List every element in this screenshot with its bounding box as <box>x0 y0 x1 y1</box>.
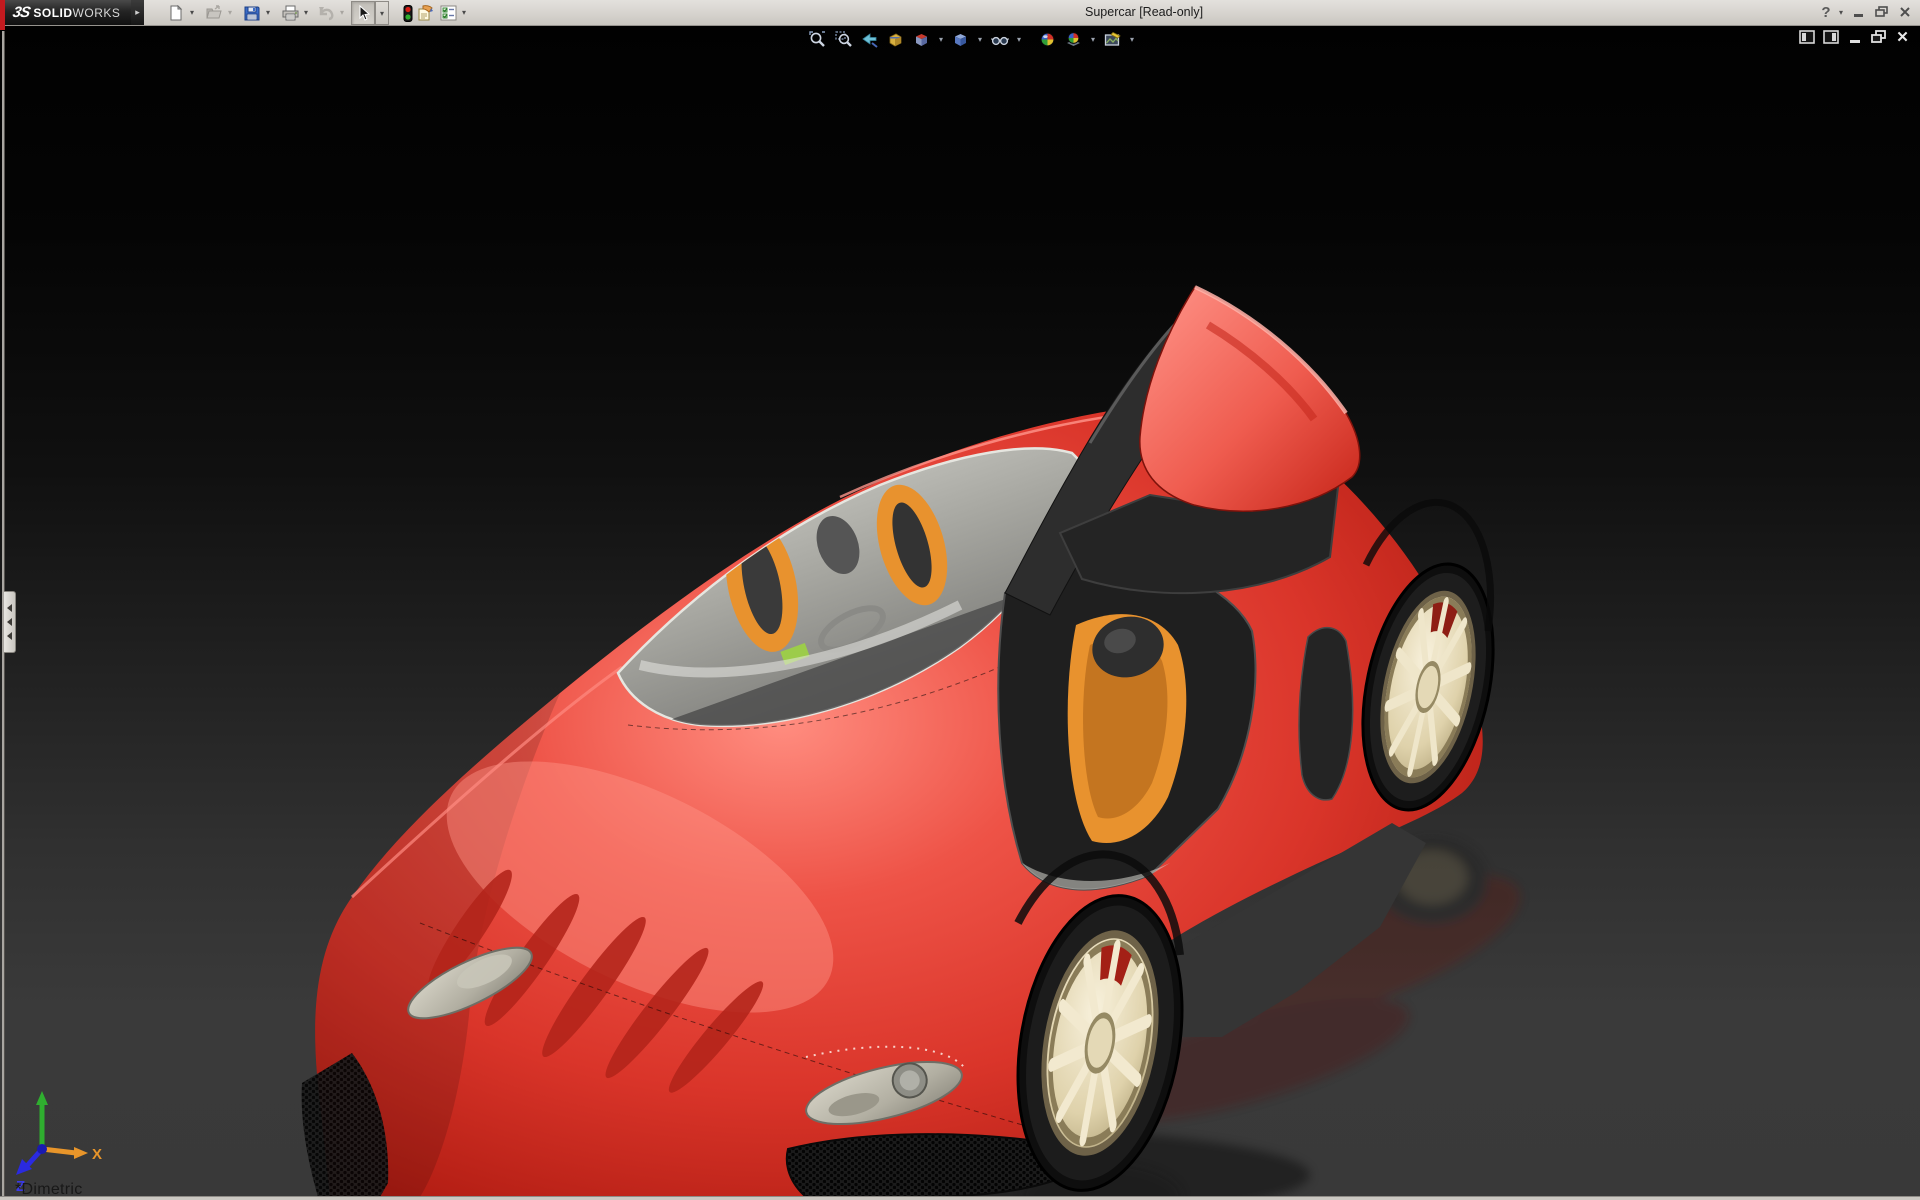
hide-show-items-dropdown[interactable]: ▾ <box>1014 35 1024 44</box>
apply-scene-dropdown[interactable]: ▾ <box>1088 35 1098 44</box>
help-dropdown[interactable]: ▾ <box>1836 2 1846 22</box>
solidworks-logo: 3S SOLIDWORKS <box>5 0 131 25</box>
minimize-icon <box>1853 6 1865 18</box>
accent-red-strip <box>0 0 5 30</box>
open-dropdown[interactable]: ▾ <box>224 1 236 23</box>
new-document-dropdown[interactable]: ▾ <box>186 1 198 23</box>
reference-triad: X Z <box>16 1091 102 1195</box>
document-window-controls: ✕ <box>1798 29 1911 44</box>
display-style-icon <box>952 31 969 48</box>
view-orientation-dropdown[interactable]: ▾ <box>936 35 946 44</box>
zoom-to-area-icon <box>835 31 852 48</box>
undo-icon <box>317 5 335 21</box>
new-document-button[interactable] <box>164 1 188 25</box>
view-settings-icon <box>1104 31 1122 48</box>
print-button[interactable] <box>278 1 302 25</box>
section-view-icon <box>887 31 904 48</box>
view-settings-dropdown[interactable]: ▾ <box>1127 35 1137 44</box>
restore-document-button[interactable] <box>1870 29 1887 44</box>
display-style-dropdown[interactable]: ▾ <box>975 35 985 44</box>
graphics-area: X Z <box>0 25 1920 1197</box>
view-orientation-label: *Dimetric <box>15 1181 83 1197</box>
edit-appearance-icon <box>1039 31 1056 48</box>
stoplight-icon <box>403 5 413 22</box>
document-title: Supercar [Read-only] <box>1085 0 1203 25</box>
expand-pane-button[interactable] <box>1822 29 1839 44</box>
model-viewport[interactable]: X Z <box>0 25 1920 1197</box>
view-orientation-button[interactable] <box>910 28 933 51</box>
minimize-document-button[interactable] <box>1846 29 1863 44</box>
save-dropdown[interactable]: ▾ <box>262 1 274 23</box>
heads-up-view-toolbar: ▾ ▾ ▾ <box>806 28 1137 50</box>
collapse-pane-icon <box>1799 30 1815 44</box>
display-style-button[interactable] <box>949 28 972 51</box>
zoom-to-area-button[interactable] <box>832 28 855 51</box>
options-dropdown[interactable]: ▾ <box>458 1 470 23</box>
help-button[interactable]: ? <box>1818 2 1834 22</box>
comment-button[interactable] <box>414 1 438 25</box>
expand-pane-icon <box>1823 30 1839 44</box>
undo-dropdown[interactable]: ▾ <box>336 1 348 23</box>
collapse-arrow-icon <box>7 618 12 626</box>
select-cursor-icon <box>356 5 371 21</box>
collapse-pane-button[interactable] <box>1798 29 1815 44</box>
minimize-button[interactable] <box>1850 2 1868 22</box>
undo-button[interactable] <box>314 1 338 25</box>
apply-scene-icon <box>1065 31 1082 48</box>
minimize-document-icon <box>1848 30 1862 44</box>
apply-scene-button[interactable] <box>1062 28 1085 51</box>
dassault-3s-icon: 3S <box>11 4 31 21</box>
section-view-button[interactable] <box>884 28 907 51</box>
save-icon <box>244 5 260 21</box>
options-button[interactable] <box>436 1 460 25</box>
close-icon <box>1899 6 1911 18</box>
new-document-icon <box>168 5 184 21</box>
print-icon <box>282 5 299 21</box>
window-bottom-border <box>0 1196 1920 1200</box>
previous-view-icon <box>861 31 878 48</box>
comment-icon <box>417 5 435 22</box>
open-button[interactable] <box>202 1 226 25</box>
view-settings-button[interactable] <box>1101 28 1124 51</box>
brand-wordmark: SOLIDWORKS <box>33 6 120 20</box>
zoom-to-fit-icon <box>809 31 826 48</box>
triad-x-label: X <box>92 1146 102 1163</box>
solidworks-window: 3S SOLIDWORKS ▸ ▾ ▾ <box>0 0 1920 1200</box>
options-checklist-icon <box>440 5 457 21</box>
close-document-button[interactable]: ✕ <box>1894 29 1911 44</box>
hide-show-items-icon <box>991 31 1009 48</box>
menu-expand-button[interactable]: ▸ <box>131 0 144 25</box>
collapse-arrow-icon <box>7 604 12 612</box>
zoom-to-fit-button[interactable] <box>806 28 829 51</box>
edit-appearance-button[interactable] <box>1036 28 1059 51</box>
previous-view-button[interactable] <box>858 28 881 51</box>
select-dropdown[interactable]: ▾ <box>375 1 389 25</box>
save-button[interactable] <box>240 1 264 25</box>
print-dropdown[interactable]: ▾ <box>300 1 312 23</box>
title-bar: 3S SOLIDWORKS ▸ ▾ ▾ <box>0 0 1920 26</box>
close-button[interactable] <box>1896 2 1914 22</box>
restore-document-icon <box>1871 30 1886 44</box>
collapse-arrow-icon <box>7 632 12 640</box>
select-button[interactable] <box>351 1 375 25</box>
restore-button[interactable] <box>1872 2 1892 22</box>
restore-icon <box>1875 6 1889 18</box>
triad-x-axis <box>42 1149 76 1153</box>
side-vent <box>1299 628 1353 800</box>
view-orientation-icon <box>913 31 930 48</box>
feature-pane-tab[interactable] <box>4 591 16 653</box>
open-icon <box>206 5 223 21</box>
hide-show-items-button[interactable] <box>988 28 1011 51</box>
